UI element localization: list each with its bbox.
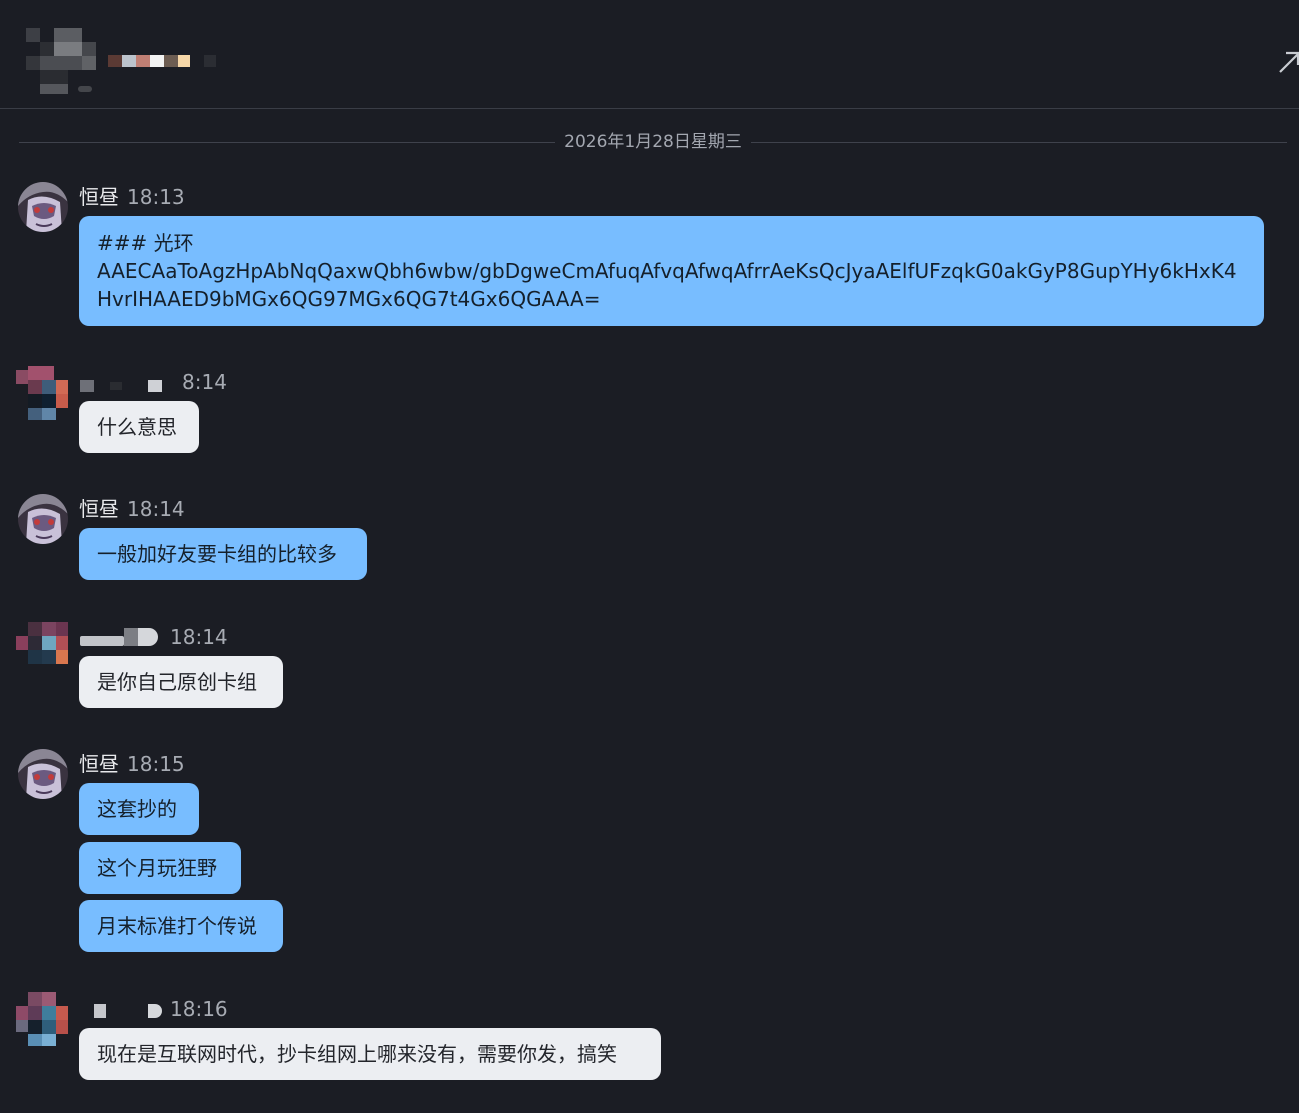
sender-name[interactable]: 恒昼	[79, 497, 119, 521]
avatar-redacted[interactable]	[16, 992, 68, 1046]
group-avatar[interactable]	[26, 28, 96, 96]
message-time: 18:13	[127, 185, 185, 209]
date-divider: 2026年1月28日星期三	[19, 130, 1287, 154]
message-bubble[interactable]: 一般加好友要卡组的比较多	[79, 528, 367, 580]
sender-name-redacted	[80, 378, 180, 392]
avatar[interactable]	[18, 182, 68, 232]
avatar[interactable]	[18, 749, 68, 799]
sender-header: 恒昼 18:13	[79, 184, 185, 210]
message-bubble[interactable]: 现在是互联网时代，抄卡组网上哪来没有，需要你发，搞笑	[79, 1028, 661, 1080]
message-line: HvrIHAAED9bMGx6QG97MGx6QG7t4Gx6QGAAA=	[97, 287, 601, 311]
sender-header: 恒昼 18:15	[79, 751, 185, 777]
message-bubble[interactable]: 这个月玩狂野	[79, 842, 241, 894]
message-time: 18:14	[127, 497, 185, 521]
sender-name-redacted	[80, 1002, 164, 1020]
sender-name[interactable]: 恒昼	[79, 185, 119, 209]
message-line: ### 光环	[97, 231, 194, 255]
message-time: 8:14	[182, 370, 227, 394]
sender-name[interactable]: 恒昼	[79, 752, 119, 776]
date-label: 2026年1月28日星期三	[555, 132, 751, 152]
arrow-up-right-icon[interactable]	[1276, 46, 1299, 76]
sender-header: 恒昼 18:14	[79, 496, 185, 522]
message-time: 18:14	[170, 625, 228, 649]
message-time: 18:16	[170, 997, 228, 1021]
group-name-redacted	[108, 53, 218, 69]
message-bubble[interactable]: 月末标准打个传说	[79, 900, 283, 952]
message-line: AAECAaToAgzHpAbNqQaxwQbh6wbw/gbDgweCmAfu…	[97, 259, 1237, 283]
avatar-redacted[interactable]	[16, 622, 68, 666]
message-bubble[interactable]: 这套抄的	[79, 783, 199, 835]
message-bubble[interactable]: ### 光环 AAECAaToAgzHpAbNqQaxwQbh6wbw/gbDg…	[79, 216, 1264, 326]
message-time: 18:15	[127, 752, 185, 776]
message-bubble[interactable]: 什么意思	[79, 401, 199, 453]
avatar[interactable]	[18, 494, 68, 544]
avatar-redacted[interactable]	[16, 366, 68, 422]
chat-header	[0, 0, 1299, 109]
message-bubble[interactable]: 是你自己原创卡组	[79, 656, 283, 708]
sender-name-redacted	[80, 626, 160, 648]
